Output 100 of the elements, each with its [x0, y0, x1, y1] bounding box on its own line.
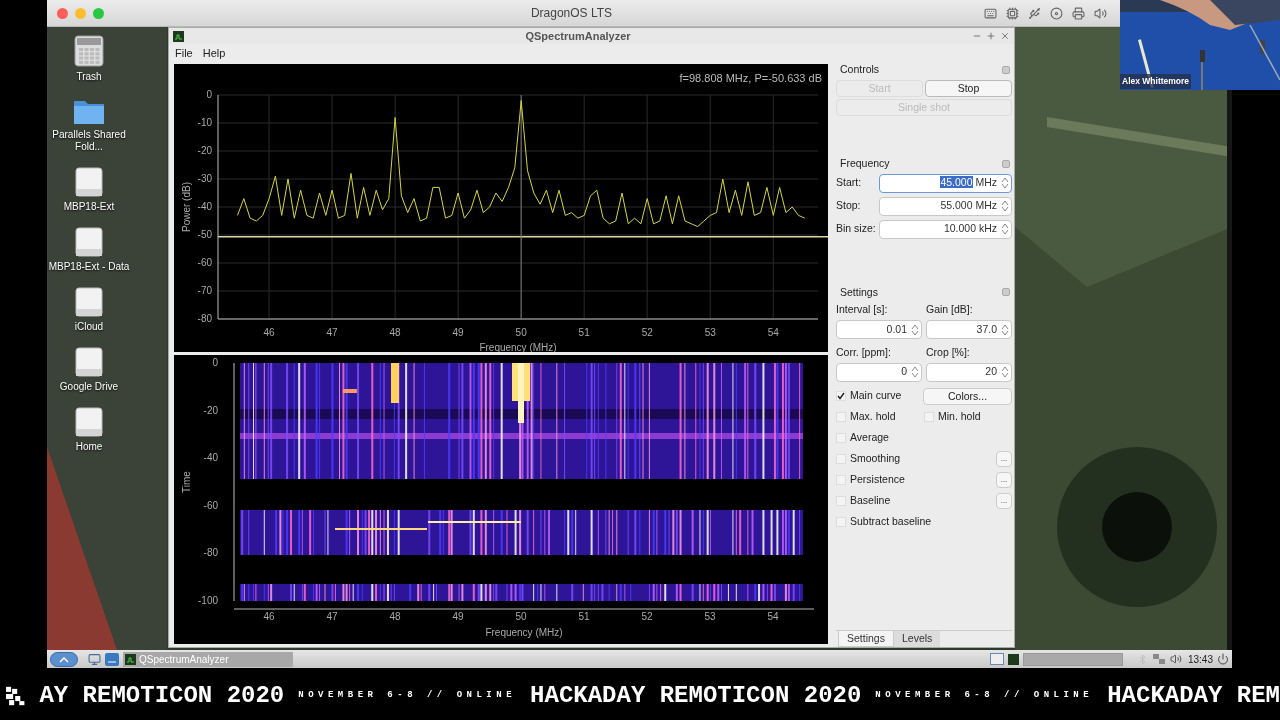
tick-label: 53 — [704, 611, 716, 622]
menu-item[interactable]: File — [175, 44, 193, 62]
drive-icon — [75, 347, 103, 377]
tick-label: 49 — [452, 327, 464, 338]
maximize-icon[interactable] — [986, 31, 996, 41]
usb-icon[interactable] — [1028, 6, 1041, 20]
tick-label: 53 — [704, 327, 716, 338]
tick-label: -100 — [198, 595, 218, 606]
cursor-readout: f=98.808 MHz, P=-50.633 dB — [679, 72, 822, 84]
spin-box[interactable]: 10.000 kHz — [879, 219, 1012, 239]
banner-title: HACKADAY REMOTICON 2020 — [530, 681, 862, 711]
float-icon[interactable] — [1002, 159, 1010, 168]
checkbox-label: Average — [850, 430, 889, 446]
checkbox-label: Baseline — [850, 493, 891, 509]
field-label: Bin size: — [836, 221, 877, 237]
drive-icon — [75, 227, 103, 257]
banner-title: AY REMOTICON 2020 — [39, 681, 285, 711]
spinner-arrows-icon[interactable] — [1001, 366, 1009, 379]
control-button[interactable]: Stop — [925, 79, 1012, 97]
tick-label: 50 — [515, 327, 527, 338]
spinner-arrows-icon[interactable] — [911, 323, 919, 336]
drive-icon — [75, 407, 103, 437]
file-manager-icon[interactable] — [105, 652, 119, 666]
more-button[interactable]: ... — [996, 493, 1012, 510]
dock-title: Controls — [840, 62, 880, 77]
tick-label: 51 — [578, 327, 590, 338]
spin-box[interactable]: 37.0 — [926, 320, 1012, 339]
tick-label: 49 — [452, 611, 464, 622]
field-label: Corr. [ppm]: — [836, 345, 892, 360]
app-icon — [125, 653, 136, 665]
tick-label: 52 — [641, 327, 653, 338]
speaker-icon[interactable] — [1094, 6, 1107, 20]
spinner-arrows-icon[interactable] — [911, 366, 919, 379]
menu-item[interactable]: Help — [202, 44, 226, 62]
desktop-icon-label[interactable]: iCloud — [74, 321, 104, 333]
chip-icon[interactable] — [1006, 6, 1019, 20]
spin-box[interactable]: 45.000 MHz — [879, 173, 1012, 193]
float-icon[interactable] — [1002, 65, 1010, 74]
banner-subtitle: NOVEMBER 6-8 // ONLINE — [875, 689, 1094, 703]
banner-title: HACKADAY REM — [1107, 681, 1280, 711]
desktop-icon-label[interactable]: Parallels Shared Fold... — [47, 129, 131, 153]
desktop-icon-label[interactable]: MBP18-Ext — [63, 201, 115, 213]
more-button[interactable]: ... — [996, 472, 1012, 489]
power-icon[interactable] — [1217, 653, 1229, 665]
tick-label: 51 — [578, 611, 590, 622]
field-label: Start: — [836, 175, 863, 191]
volume-icon[interactable] — [1169, 653, 1182, 665]
colors-button[interactable]: Colors... — [923, 387, 1012, 405]
axis-title: Time — [181, 471, 192, 493]
keyboard-icon[interactable] — [984, 6, 997, 20]
desktop-icon[interactable] — [88, 652, 101, 666]
tick-label: -30 — [197, 173, 212, 184]
spin-box[interactable]: 0 — [836, 362, 922, 382]
start-button[interactable] — [50, 651, 78, 667]
dock-title: Settings — [840, 284, 878, 300]
workspace-switcher[interactable] — [1022, 652, 1123, 666]
tick-label: -20 — [197, 145, 212, 156]
printer-icon[interactable] — [1072, 6, 1085, 20]
spinner-arrows-icon[interactable] — [1001, 223, 1009, 235]
banner-subtitle: NOVEMBER 6-8 // ONLINE — [298, 689, 517, 703]
tick-label: -60 — [197, 257, 212, 268]
drive-icon — [75, 167, 103, 197]
tick-label: -50 — [197, 229, 212, 240]
checkbox-label: Persistence — [850, 472, 905, 488]
desktop-icon-label[interactable]: Google Drive — [59, 381, 119, 393]
desktop-icon-label[interactable]: Trash — [76, 71, 102, 83]
spinner-arrows-icon[interactable] — [1001, 323, 1009, 336]
checkbox-label: Subtract baseline — [850, 514, 932, 530]
app-icon[interactable] — [1007, 653, 1019, 665]
trash-icon — [74, 35, 104, 67]
spinner-arrows-icon[interactable] — [1001, 200, 1009, 212]
dock-title: Frequency — [840, 155, 890, 171]
spin-box[interactable]: 55.000 MHz — [879, 196, 1012, 216]
close-button[interactable] — [57, 7, 68, 19]
tick-label: 48 — [389, 327, 401, 338]
spinner-arrows-icon[interactable] — [1001, 177, 1009, 189]
spin-box[interactable]: 20 — [926, 362, 1012, 382]
window-title: DragonOS LTS — [529, 5, 614, 22]
more-button[interactable]: ... — [996, 451, 1012, 468]
close-icon[interactable] — [1000, 31, 1010, 41]
float-icon[interactable] — [1002, 288, 1010, 297]
tab[interactable]: Settings — [838, 631, 894, 647]
desktop-icon-label[interactable]: MBP18-Ext - Data — [48, 261, 130, 273]
clock: 13:43 — [1187, 652, 1213, 667]
checkbox-label: Smoothing — [850, 451, 901, 467]
tick-label: 54 — [767, 327, 779, 338]
checkbox[interactable] — [836, 391, 846, 402]
tick-label: -60 — [203, 499, 218, 511]
desktop-icon-label[interactable]: Home — [75, 441, 103, 453]
tick-label: 46 — [263, 327, 275, 338]
network-icon[interactable] — [1151, 653, 1166, 665]
tick-label: -20 — [203, 404, 218, 416]
tick-label: -70 — [197, 285, 212, 296]
tab[interactable]: Levels — [893, 631, 941, 647]
spin-box[interactable]: 0.01 — [836, 320, 922, 339]
disc-icon[interactable] — [1050, 6, 1063, 20]
field-label: Crop [%]: — [926, 345, 971, 360]
tick-label: 47 — [326, 327, 338, 338]
zoom-button[interactable] — [93, 7, 104, 19]
tick-label: 0 — [206, 89, 212, 100]
